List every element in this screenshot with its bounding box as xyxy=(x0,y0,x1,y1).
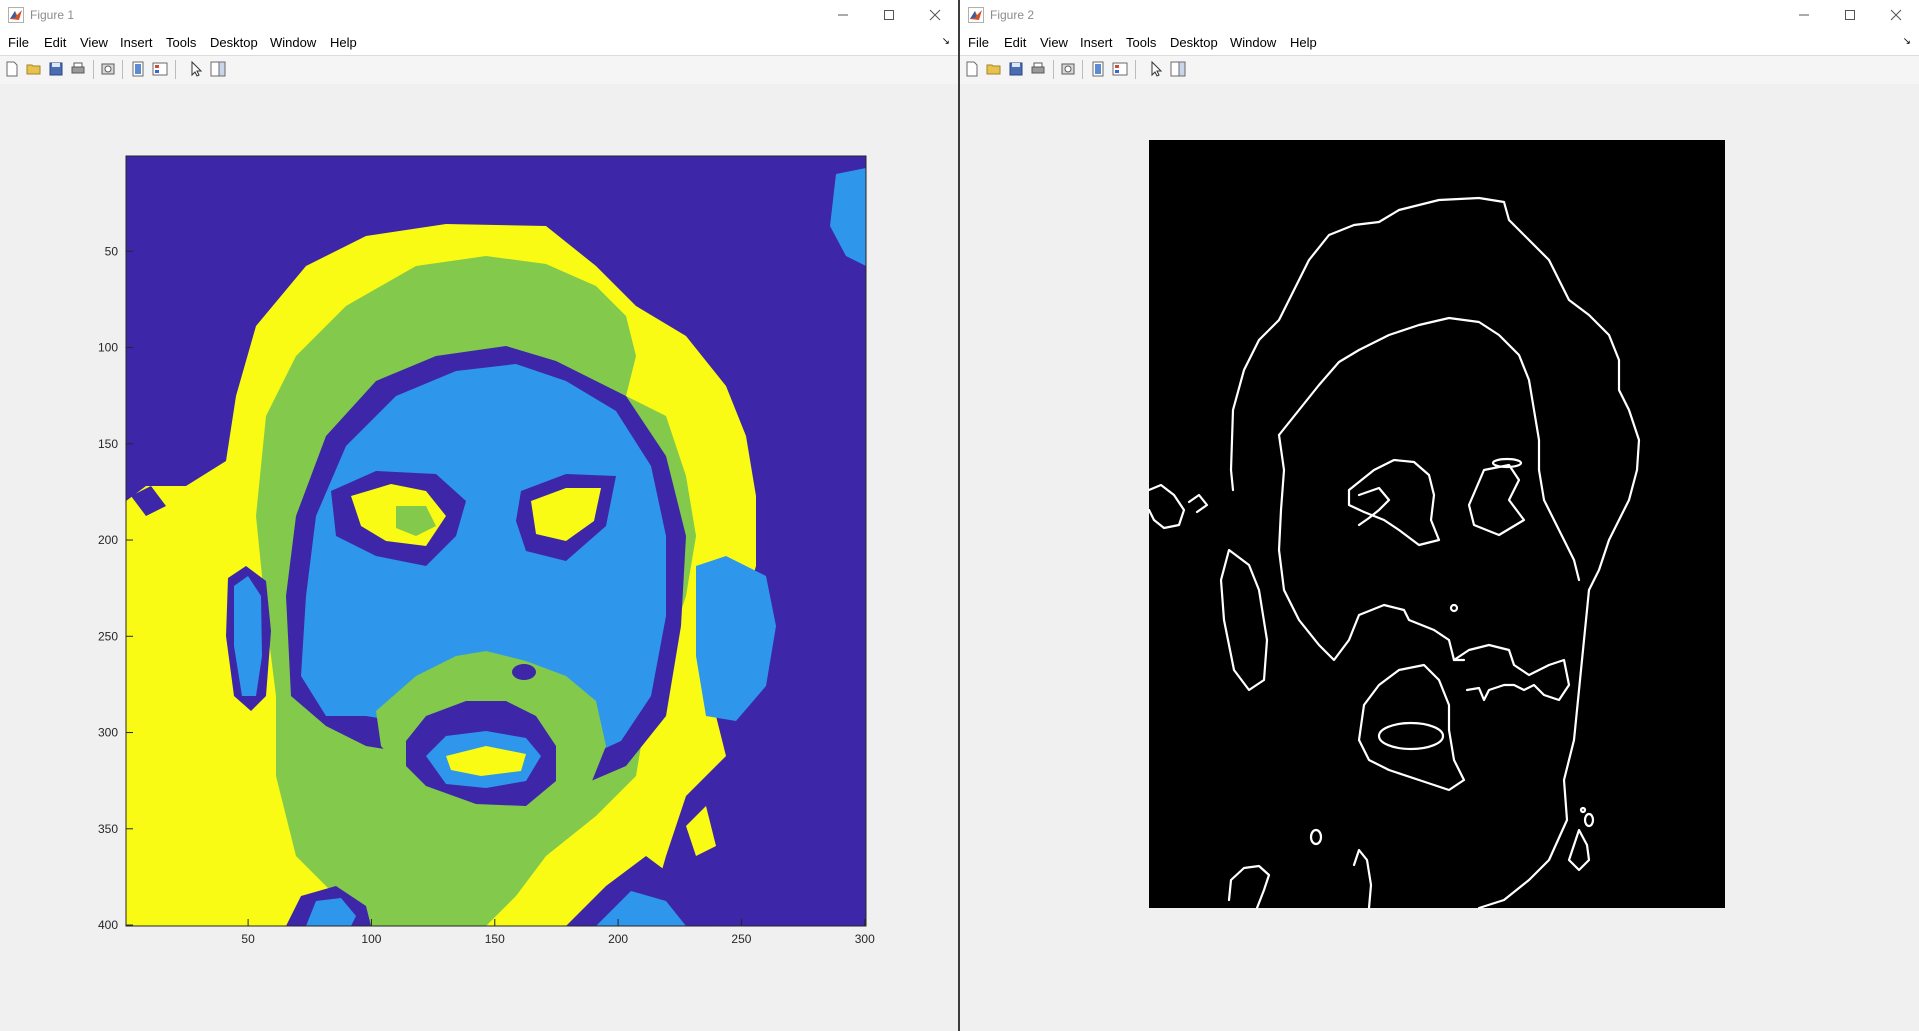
menu-help[interactable]: Help xyxy=(1290,35,1317,50)
menu-help[interactable]: Help xyxy=(330,35,357,50)
maximize-button[interactable] xyxy=(1827,0,1873,30)
maximize-icon xyxy=(884,10,894,20)
title-bar[interactable]: Figure 2 xyxy=(960,0,1919,30)
minimize-button[interactable] xyxy=(1781,0,1827,30)
menu-tools[interactable]: Tools xyxy=(1126,35,1156,50)
minimize-button[interactable] xyxy=(820,0,866,30)
insert-legend-icon[interactable] xyxy=(152,61,168,77)
x-tick-label: 150 xyxy=(485,932,505,946)
new-figure-icon[interactable] xyxy=(964,61,980,77)
open-file-icon[interactable] xyxy=(26,61,42,77)
menu-view[interactable]: View xyxy=(1040,35,1068,50)
close-button[interactable] xyxy=(1873,0,1919,30)
figure-toolbar xyxy=(0,55,958,85)
menu-edit[interactable]: Edit xyxy=(1004,35,1026,50)
x-tick-label: 200 xyxy=(608,932,628,946)
figure-1-window: Figure 1 File Edit View Insert Tools Des… xyxy=(0,0,958,1031)
new-figure-icon[interactable] xyxy=(4,61,20,77)
y-tick-label: 300 xyxy=(98,726,118,740)
link-plot-icon[interactable] xyxy=(1090,61,1106,77)
y-tick-label: 50 xyxy=(105,244,119,258)
edit-plot-icon[interactable] xyxy=(1148,61,1164,77)
menu-file[interactable]: File xyxy=(968,35,989,50)
x-tick-label: 50 xyxy=(241,932,255,946)
menu-file[interactable]: File xyxy=(8,35,29,50)
figure-2-window: Figure 2 File Edit View Insert Tools Des… xyxy=(960,0,1919,1031)
segmented-image xyxy=(126,156,866,926)
link-plot-icon[interactable] xyxy=(130,61,146,77)
matlab-logo-icon xyxy=(8,7,24,23)
title-bar[interactable]: Figure 1 xyxy=(0,0,958,30)
maximize-button[interactable] xyxy=(866,0,912,30)
insert-legend-icon[interactable] xyxy=(1112,61,1128,77)
window-title: Figure 2 xyxy=(990,8,1035,22)
close-button[interactable] xyxy=(912,0,958,30)
print-icon[interactable] xyxy=(70,61,86,77)
matlab-logo-icon xyxy=(968,7,984,23)
save-icon[interactable] xyxy=(48,61,64,77)
axes-1[interactable]: 50 100 150 200 250 300 50 100 150 200 250 300 350 400 xyxy=(0,84,958,1031)
menu-window[interactable]: Window xyxy=(270,35,316,50)
y-tick-label: 200 xyxy=(98,533,118,547)
print-icon[interactable] xyxy=(1030,61,1046,77)
print-preview-icon[interactable] xyxy=(100,61,116,77)
window-title: Figure 1 xyxy=(30,8,75,22)
x-tick-label: 250 xyxy=(731,932,751,946)
menu-edit[interactable]: Edit xyxy=(44,35,66,50)
edge-map-image xyxy=(1147,140,1725,910)
maximize-icon xyxy=(1845,10,1855,20)
property-editor-icon[interactable] xyxy=(1170,61,1186,77)
menu-insert[interactable]: Insert xyxy=(120,35,153,50)
menu-insert[interactable]: Insert xyxy=(1080,35,1113,50)
minimize-icon xyxy=(1799,14,1809,16)
menu-desktop[interactable]: Desktop xyxy=(1170,35,1218,50)
close-icon xyxy=(929,9,941,21)
close-icon xyxy=(1890,9,1902,21)
y-tick-label: 400 xyxy=(98,918,118,932)
axes-2[interactable] xyxy=(960,84,1919,1031)
dock-arrow-icon[interactable]: ↘ xyxy=(942,36,950,47)
edit-plot-icon[interactable] xyxy=(188,61,204,77)
y-tick-label: 350 xyxy=(98,822,118,836)
y-tick-label: 100 xyxy=(98,341,118,355)
menu-tools[interactable]: Tools xyxy=(166,35,196,50)
figure-toolbar xyxy=(960,55,1919,85)
property-editor-icon[interactable] xyxy=(210,61,226,77)
menu-desktop[interactable]: Desktop xyxy=(210,35,258,50)
menu-view[interactable]: View xyxy=(80,35,108,50)
menu-bar: File Edit View Insert Tools Desktop Wind… xyxy=(960,30,1919,55)
dock-arrow-icon[interactable]: ↘ xyxy=(1903,36,1911,47)
print-preview-icon[interactable] xyxy=(1060,61,1076,77)
y-tick-label: 250 xyxy=(98,629,118,643)
y-tick-label: 150 xyxy=(98,437,118,451)
menu-bar: File Edit View Insert Tools Desktop Wind… xyxy=(0,30,958,55)
open-file-icon[interactable] xyxy=(986,61,1002,77)
save-icon[interactable] xyxy=(1008,61,1024,77)
figure-canvas: 50 100 150 200 250 300 50 100 150 200 250 300 350 400 xyxy=(0,84,958,1031)
minimize-icon xyxy=(838,14,848,16)
x-tick-label: 100 xyxy=(361,932,381,946)
menu-window[interactable]: Window xyxy=(1230,35,1276,50)
figure-canvas xyxy=(960,84,1919,1031)
x-tick-label: 300 xyxy=(855,932,875,946)
